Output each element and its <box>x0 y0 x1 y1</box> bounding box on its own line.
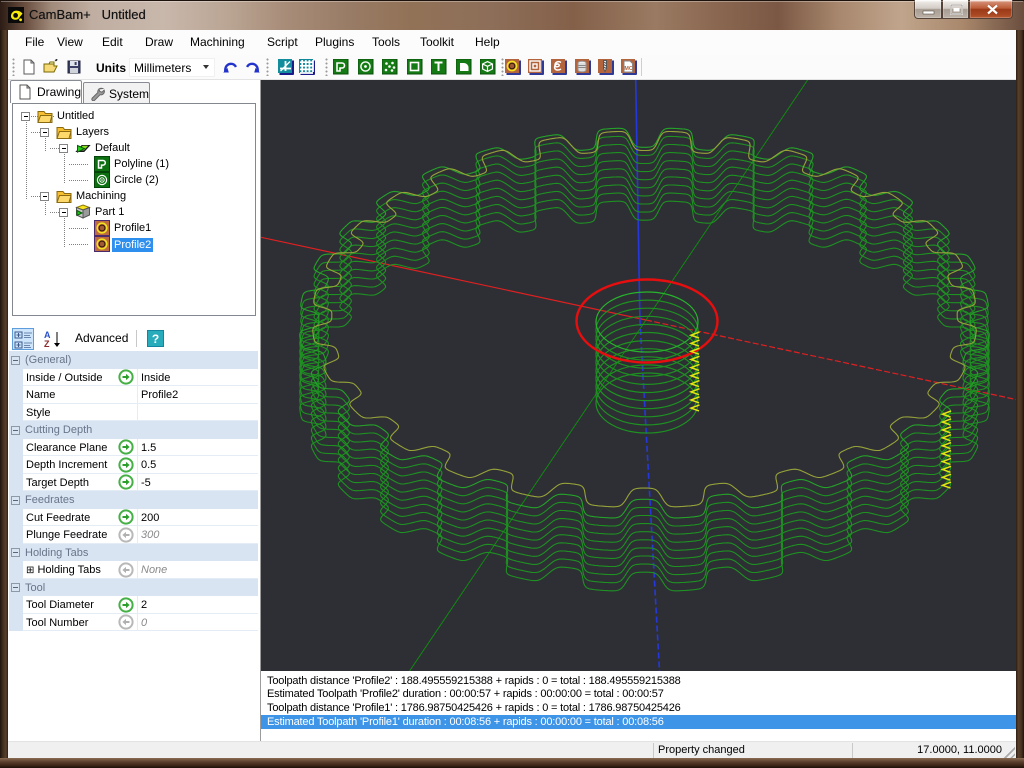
svg-text:MC: MC <box>624 66 632 72</box>
svg-text:Z: Z <box>44 339 50 348</box>
